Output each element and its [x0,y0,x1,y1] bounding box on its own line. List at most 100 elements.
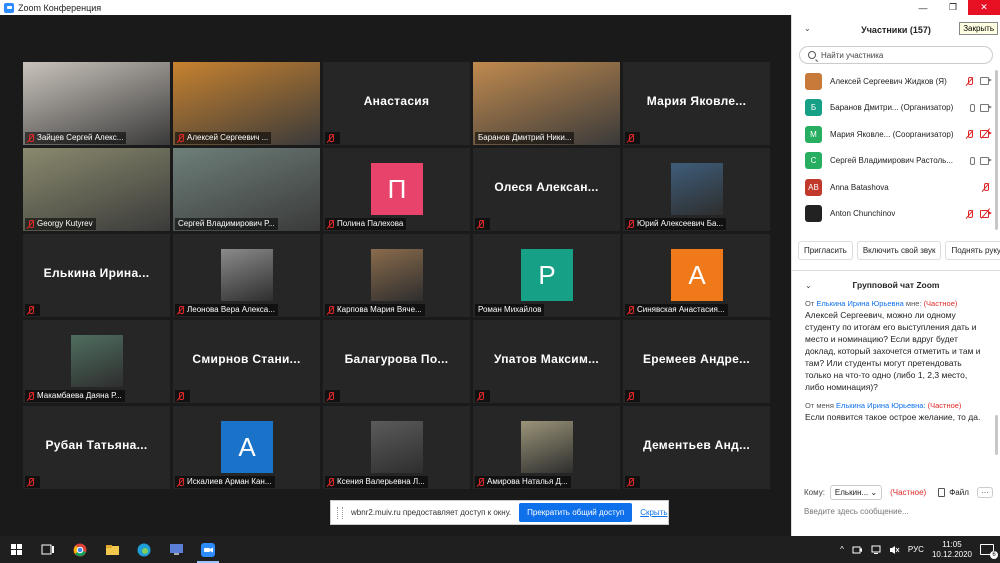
drag-handle[interactable] [337,506,343,519]
network-icon[interactable] [871,545,881,555]
video-tile[interactable]: Юрий Алексеевич Ба... [623,148,770,231]
participant-row[interactable]: М Мария Яковле... (Соорганизатор) [792,121,1000,148]
close-button[interactable]: ✕ [968,0,1000,15]
chat-input[interactable]: Введите здесь сообщение... [792,501,1000,522]
tile-label: Макамбаева Даяна Р... [25,390,125,402]
tile-label [475,390,490,402]
camera-icon[interactable] [980,103,992,112]
participant-row[interactable]: AB Anna Batashova [792,174,1000,201]
camera-icon[interactable] [980,76,992,85]
video-tile[interactable]: А Искалиев Арман Кан... [173,406,320,489]
video-tile[interactable]: Сергей Владимирович Р... [173,148,320,231]
camera-off-icon[interactable] [980,128,992,139]
mic-icon[interactable] [967,103,976,113]
video-tile[interactable]: Балагурова По... [323,320,470,403]
message-sender[interactable]: Елькина Ирина Юрьевна [816,299,903,308]
tile-label [25,304,40,316]
video-tile[interactable]: Елькина Ирина... [23,234,170,317]
search-input[interactable]: Найти участника [821,51,883,60]
video-tile[interactable]: Р Роман Михайлов [473,234,620,317]
chat-scrollbar[interactable] [995,415,998,455]
participant-row[interactable]: Georgy Kutyrev [792,227,1000,232]
video-tile[interactable]: Georgy Kutyrev [23,148,170,231]
video-tile[interactable]: Дементьев Анд... [623,406,770,489]
volume-muted-icon[interactable] [889,545,900,555]
raise-hand-button[interactable]: Поднять руку [945,241,1000,260]
message-sender[interactable]: Елькина Ирина Юрьевна: [836,401,926,410]
hide-share-link[interactable]: Скрыть [640,508,667,517]
tile-label-text: Полина Палехова [337,219,404,228]
message-recipient: мне: [905,299,922,308]
camera-off-icon[interactable] [980,207,992,219]
tile-label: Алексей Сергеевич ... [175,132,272,144]
recipient-select[interactable]: Елькин... ⌄ [829,484,883,500]
notification-center-icon[interactable]: 6 [980,544,998,559]
restore-button[interactable]: ❐ [938,0,968,15]
participant-photo [671,163,723,215]
video-tile[interactable]: Карпова Мария Вяче... [323,234,470,317]
unmute-button[interactable]: Включить свой звук [856,241,942,260]
participant-search[interactable]: Найти участника [799,46,993,64]
participant-row[interactable]: Алексей Сергеевич Жидков (Я) [792,68,1000,95]
clock[interactable]: 11:05 10.12.2020 [932,540,972,560]
participant-row[interactable]: Anton Chunchinov [792,201,1000,228]
start-button[interactable] [0,536,32,563]
tile-label: Georgy Kutyrev [25,218,96,230]
more-button[interactable]: ··· [977,486,993,498]
participant-avatar: М [805,125,822,143]
participant-row[interactable]: Б Баранов Дмитри... (Организатор) [792,95,1000,122]
invite-button[interactable]: Пригласить [798,241,853,260]
participant-avatar: Б [805,99,822,117]
tile-label [175,390,190,402]
camera-icon[interactable] [980,156,992,165]
tile-label-text: Сергей Владимирович Р... [178,219,275,228]
video-tile[interactable]: Леонова Вера Алекса... [173,234,320,317]
edge-taskbar-button[interactable] [128,536,160,563]
chat-footer: Кому: Елькин... ⌄ (Частное) Файл ··· Вве… [792,483,1000,536]
video-tile[interactable]: Алексей Сергеевич ... [173,62,320,145]
chevron-down-icon[interactable]: ⌄ [805,281,812,290]
video-tile[interactable]: Зайцев Сергей Алекс... [23,62,170,145]
tile-label-text: Ксения Валерьевна Л... [337,477,425,486]
video-tile[interactable]: Смирнов Стани... [173,320,320,403]
file-button[interactable]: Файл [938,487,969,497]
stop-share-button[interactable]: Прекратить общий доступ [519,503,633,522]
video-tile[interactable]: Амирова Наталья Д... [473,406,620,489]
chevron-down-icon[interactable]: ⌄ [804,24,811,33]
video-tile[interactable]: Упатов Максим... [473,320,620,403]
video-tile[interactable]: Еремеев Андре... [623,320,770,403]
mic-muted-icon[interactable] [981,182,990,192]
chrome-taskbar-button[interactable] [64,536,96,563]
tile-label [325,132,340,144]
video-tile[interactable]: Олеся Алексан... [473,148,620,231]
minimize-button[interactable]: — [908,0,938,15]
video-tile[interactable]: А Синявская Анастасия... [623,234,770,317]
mic-muted-icon [476,391,485,401]
video-tile[interactable]: Рубан Татьяна... [23,406,170,489]
mic-muted-icon[interactable] [965,76,974,86]
tile-label: Леонова Вера Алекса... [175,304,278,316]
video-tile[interactable]: П Полина Палехова [323,148,470,231]
video-tile[interactable]: Ксения Валерьевна Л... [323,406,470,489]
video-tile[interactable]: Баранов Дмитрий Ники... [473,62,620,145]
video-tile[interactable]: Анастасия [323,62,470,145]
participant-name-large: Анастасия [363,94,430,108]
chevron-up-icon[interactable]: ^ [840,545,844,554]
mic-muted-icon [626,391,635,401]
video-tile[interactable]: Мария Яковле... [623,62,770,145]
participant-row[interactable]: С Сергей Владимирович Растоль... [792,148,1000,175]
video-tile[interactable]: Макамбаева Даяна Р... [23,320,170,403]
task-view-button[interactable] [32,536,64,563]
language-indicator[interactable]: РУС [908,545,924,554]
mic-icon[interactable] [967,156,976,166]
mic-muted-icon [476,219,485,229]
zoom-taskbar-button[interactable] [192,536,224,563]
tile-label-text: Искалиев Арман Кан... [187,477,272,486]
participant-name-large: Упатов Максим... [493,352,600,366]
mic-muted-icon[interactable] [965,129,974,139]
mic-muted-icon[interactable] [965,209,974,219]
app-taskbar-button[interactable] [160,536,192,563]
explorer-taskbar-button[interactable] [96,536,128,563]
avatar-letter: AB [808,182,819,192]
meet-icon[interactable] [852,545,863,555]
